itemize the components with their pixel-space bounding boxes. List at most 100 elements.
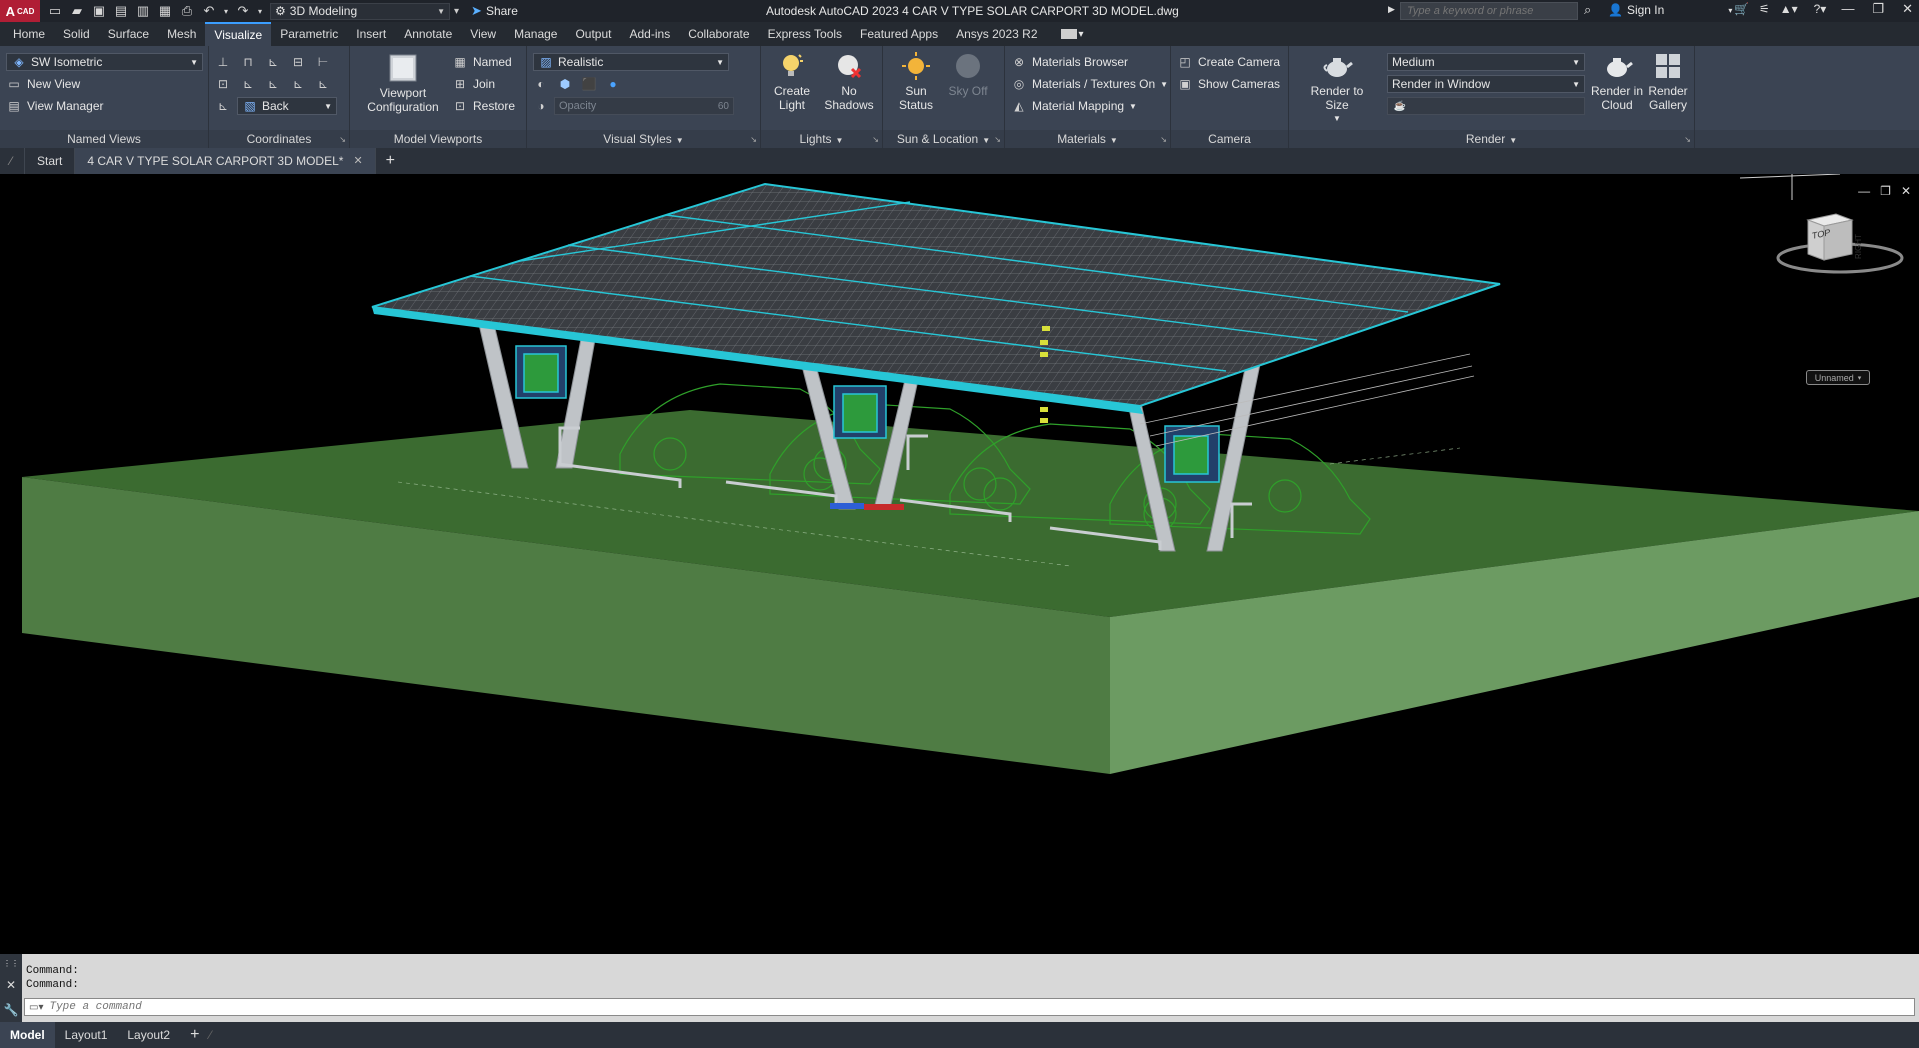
add-layout-button[interactable]: + xyxy=(180,1026,209,1044)
cart-icon[interactable]: 🛒 xyxy=(1734,2,1749,16)
tab-ansys-2023-r2[interactable]: Ansys 2023 R2 xyxy=(947,22,1046,46)
panel-launcher-icon[interactable]: ↘ xyxy=(750,135,757,144)
tab-parametric[interactable]: Parametric xyxy=(271,22,347,46)
plot-icon[interactable]: ⎙ xyxy=(178,2,196,20)
viewcube-right-label[interactable]: RIGHT xyxy=(1854,234,1863,259)
layout-tab-layout2[interactable]: Layout2 xyxy=(117,1022,180,1048)
layout-tab-layout1[interactable]: Layout1 xyxy=(55,1022,118,1048)
ucs-combo[interactable]: ▧ Back ▼ xyxy=(237,97,337,115)
create-camera-button[interactable]: ◰ Create Camera xyxy=(1171,51,1288,73)
ribbon-display-toggle[interactable]: ▾ xyxy=(1060,29,1084,40)
sky-off-button[interactable]: Sky Off xyxy=(943,50,993,98)
render-to-size-button[interactable]: Render to Size ▼ xyxy=(1299,50,1375,126)
redo-icon[interactable]: ↷ xyxy=(234,2,252,20)
tab-insert[interactable]: Insert xyxy=(347,22,395,46)
tab-add-ins[interactable]: Add-ins xyxy=(621,22,680,46)
tab-solid[interactable]: Solid xyxy=(54,22,99,46)
tab-visualize[interactable]: Visualize xyxy=(205,22,272,46)
drawing-viewport[interactable]: — ❐ ✕ TOP RIGHT Unnamed ▾ xyxy=(0,174,1919,954)
join-viewports-button[interactable]: ⊞ Join xyxy=(446,73,515,95)
tab-collaborate[interactable]: Collaborate xyxy=(679,22,758,46)
view-combo[interactable]: ◈ SW Isometric ▼ xyxy=(6,53,203,71)
drawing-tab[interactable]: 4 CAR V TYPE SOLAR CARPORT 3D MODEL* ✕ xyxy=(75,148,376,174)
search-icon[interactable]: ⌕ xyxy=(1584,2,1591,18)
panel-launcher-icon[interactable]: ↘ xyxy=(1160,135,1167,144)
ucs-x-icon[interactable]: ⊾ xyxy=(265,76,281,92)
tab-manage[interactable]: Manage xyxy=(505,22,566,46)
tab-surface[interactable]: Surface xyxy=(99,22,158,46)
customize-qat-icon[interactable]: ▾ xyxy=(454,6,459,17)
tab-annotate[interactable]: Annotate xyxy=(395,22,461,46)
opacity-slider[interactable]: Opacity 60 xyxy=(554,97,734,115)
start-tab[interactable]: Start xyxy=(25,148,76,174)
tab-home[interactable]: Home xyxy=(4,22,54,46)
create-light-button[interactable]: Create Light xyxy=(767,50,817,112)
tab-mesh[interactable]: Mesh xyxy=(158,22,205,46)
layout-tab-model[interactable]: Model xyxy=(0,1022,55,1048)
save-as-icon[interactable]: ▤ xyxy=(112,2,130,20)
new-view-button[interactable]: ▭ New View xyxy=(0,73,208,95)
tab-featured-apps[interactable]: Featured Apps xyxy=(851,22,947,46)
render-in-cloud-button[interactable]: Render in Cloud xyxy=(1589,50,1645,112)
wrench-icon[interactable]: 🔧 xyxy=(4,1003,19,1017)
panel-launcher-icon[interactable]: ↘ xyxy=(994,135,1001,144)
color-sphere-icon[interactable]: ● xyxy=(605,76,621,92)
app-icon[interactable]: ▲▾ xyxy=(1780,2,1798,16)
close-icon[interactable]: ✕ xyxy=(6,978,16,992)
ucs-face-icon[interactable]: ⊡ xyxy=(215,76,231,92)
edge-style-icon[interactable]: ⬢ xyxy=(557,76,573,92)
named-viewports-button[interactable]: ▦ Named xyxy=(446,51,515,73)
command-input[interactable] xyxy=(49,1001,450,1013)
open-folder-icon[interactable]: ▰ xyxy=(68,2,86,20)
panel-launcher-icon[interactable]: ↘ xyxy=(339,135,346,144)
open-web-icon[interactable]: ▥ xyxy=(134,2,152,20)
app-logo[interactable]: A CAD xyxy=(0,0,40,22)
ucs-name-dropdown[interactable]: Unnamed ▾ xyxy=(1806,370,1870,385)
ucs-icon[interactable]: ⊥ xyxy=(215,54,231,70)
new-file-icon[interactable]: ▭ xyxy=(46,2,64,20)
materials-textures-button[interactable]: ◎ Materials / Textures On ▼ xyxy=(1005,73,1170,95)
save-icon[interactable]: ▣ xyxy=(90,2,108,20)
menu-icon[interactable]: ⁄ xyxy=(0,148,26,174)
ucs-world-icon[interactable]: ⊓ xyxy=(240,54,256,70)
restore-viewports-button[interactable]: ⊡ Restore xyxy=(446,95,515,117)
command-prompt-icon[interactable]: ▭▾ xyxy=(29,1002,43,1013)
search-input[interactable] xyxy=(1407,5,1577,17)
tab-view[interactable]: View xyxy=(461,22,505,46)
search-box[interactable] xyxy=(1400,2,1578,20)
render-output-field[interactable]: ☕ xyxy=(1387,97,1585,115)
ucs-object-icon[interactable]: ⊢ xyxy=(315,54,331,70)
redo-dropdown-icon[interactable]: ▾ xyxy=(256,2,264,20)
materials-browser-button[interactable]: ⊗ Materials Browser xyxy=(1005,51,1170,73)
minimize-icon[interactable]: — xyxy=(1841,1,1854,17)
ucs-3point-icon[interactable]: ⊾ xyxy=(240,76,256,92)
ucs-named-icon[interactable]: ⊾ xyxy=(215,98,231,114)
close-icon[interactable]: ✕ xyxy=(353,148,362,174)
panel-launcher-icon[interactable]: ↘ xyxy=(872,135,879,144)
render-gallery-button[interactable]: Render Gallery xyxy=(1643,50,1693,112)
workspace-dropdown[interactable]: ⚙ 3D Modeling ▼ xyxy=(270,2,450,20)
opacity-icon[interactable]: ◑ xyxy=(533,98,549,114)
no-shadows-button[interactable]: No Shadows xyxy=(821,50,877,112)
face-style-icon[interactable]: ⬛ xyxy=(581,76,597,92)
show-cameras-button[interactable]: ▣ Show Cameras xyxy=(1171,73,1288,95)
panel-launcher-icon[interactable]: ↘ xyxy=(1684,135,1691,144)
close-icon[interactable]: ✕ xyxy=(1902,1,1913,17)
material-mapping-button[interactable]: ◭ Material Mapping ▼ xyxy=(1005,95,1170,117)
view-manager-button[interactable]: ▤ View Manager xyxy=(0,95,208,117)
command-input-box[interactable]: ▭▾ xyxy=(24,998,1915,1016)
grip-icon[interactable]: ⋮⋮ xyxy=(3,959,19,968)
sun-status-button[interactable]: Sun Status xyxy=(891,50,941,112)
ucs-origin-icon[interactable]: ⊾ xyxy=(265,54,281,70)
shadows-style-icon[interactable]: ◐ xyxy=(533,76,549,92)
exchange-icon[interactable]: ⚟ xyxy=(1759,2,1770,16)
ucs-z-icon[interactable]: ⊾ xyxy=(315,76,331,92)
help-icon[interactable]: ?▾ xyxy=(1814,2,1827,16)
render-target-combo[interactable]: Render in Window ▼ xyxy=(1387,75,1585,93)
render-quality-combo[interactable]: Medium ▼ xyxy=(1387,53,1585,71)
ucs-view-icon[interactable]: ⊟ xyxy=(290,54,306,70)
save-web-icon[interactable]: ▦ xyxy=(156,2,174,20)
visual-style-combo[interactable]: ▨ Realistic ▼ xyxy=(533,53,729,71)
new-tab-button[interactable]: + xyxy=(376,152,405,170)
viewcube[interactable] xyxy=(1740,174,1910,324)
